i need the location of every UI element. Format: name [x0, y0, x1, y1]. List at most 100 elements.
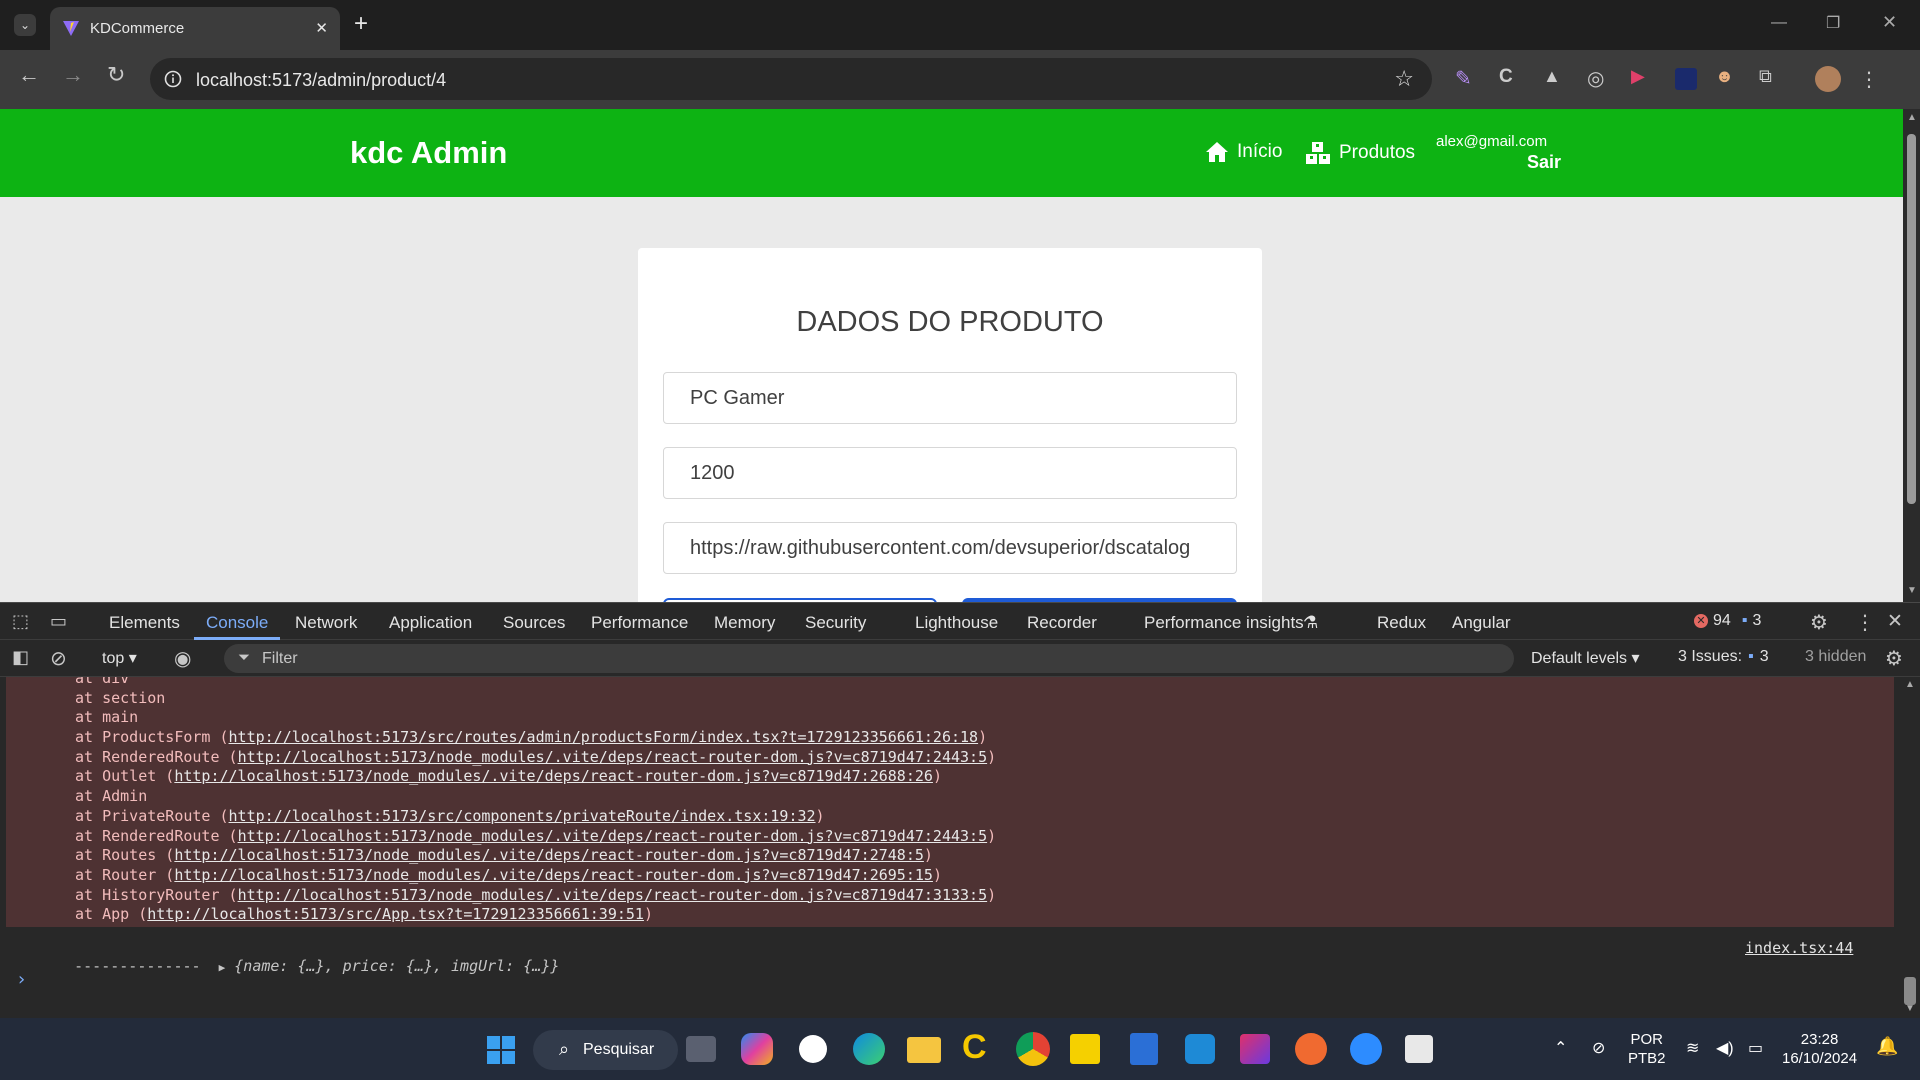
browser-tab[interactable]: KDCommerce ✕	[50, 7, 340, 50]
devtools-tab-network[interactable]: Network	[295, 613, 357, 633]
expand-triangle-icon[interactable]: ▶	[219, 961, 226, 974]
brand-title[interactable]: kdc Admin	[350, 135, 507, 171]
sticky-notes-icon[interactable]	[1070, 1034, 1100, 1064]
devtools-tab-application[interactable]: Application	[389, 613, 472, 633]
site-info-icon[interactable]	[164, 70, 182, 88]
devtools-tab-console[interactable]: Console	[206, 613, 268, 633]
stack-frame-link[interactable]: http://localhost:5173/src/App.tsx?t=1729…	[147, 905, 644, 923]
stack-frame-link[interactable]: http://localhost:5173/node_modules/.vite…	[238, 827, 988, 845]
log-object-preview[interactable]: {name: {…}, price: {…}, imgUrl: {…}}	[234, 957, 559, 975]
nav-link-home[interactable]: Início	[1205, 141, 1282, 163]
live-expression-eye-icon[interactable]: ◉	[174, 646, 191, 671]
console-filter-input[interactable]: ⏷ Filter	[224, 644, 1514, 673]
angular-extension-icon[interactable]: ▲	[1543, 66, 1569, 92]
battery-icon[interactable]: ▭	[1748, 1038, 1763, 1058]
wifi-icon[interactable]: ≋	[1686, 1038, 1699, 1058]
log-source-link[interactable]: index.tsx:44	[1745, 939, 1853, 957]
logout-link[interactable]: Sair	[1527, 152, 1561, 173]
devtools-close-icon[interactable]: ✕	[1887, 610, 1903, 633]
taskbar-search[interactable]: ⌕ Pesquisar	[533, 1030, 678, 1070]
devtools-tab-angular[interactable]: Angular	[1452, 613, 1511, 633]
stack-frame-link[interactable]: http://localhost:5173/src/routes/admin/p…	[229, 728, 979, 746]
inspect-element-icon[interactable]: ⬚	[12, 611, 29, 632]
profile-avatar[interactable]	[1815, 66, 1841, 92]
devtools-tab-elements[interactable]: Elements	[109, 613, 180, 633]
copilot-icon[interactable]	[741, 1033, 773, 1065]
console-scroll-down-icon[interactable]: ▼	[1905, 1003, 1915, 1014]
clear-console-icon[interactable]: ⊘	[50, 646, 67, 671]
console-scrollbar-thumb[interactable]	[1904, 977, 1916, 1005]
tray-overflow-icon[interactable]: ⌃	[1554, 1038, 1567, 1058]
devtools-tab-memory[interactable]: Memory	[714, 613, 775, 633]
devtools-settings-icon[interactable]: ⚙	[1810, 610, 1828, 635]
nav-link-products[interactable]: Produtos	[1305, 141, 1415, 165]
ccleaner-icon[interactable]: C	[962, 1028, 987, 1067]
product-price-input[interactable]: 1200	[663, 447, 1237, 499]
owl-extension-icon[interactable]: ☻	[1715, 66, 1741, 92]
stack-frame-link[interactable]: http://localhost:5173/node_modules/.vite…	[238, 886, 988, 904]
console-scroll-up-icon[interactable]: ▲	[1905, 679, 1915, 690]
input-language[interactable]: POR PTB2	[1628, 1030, 1666, 1068]
volume-icon[interactable]: ◀)	[1716, 1038, 1734, 1058]
c-extension-icon[interactable]: C	[1499, 66, 1525, 92]
start-windows-icon[interactable]	[487, 1036, 515, 1064]
scroll-up-icon[interactable]: ▲	[1907, 112, 1917, 123]
page-scrollbar[interactable]: ▲ ▼	[1903, 109, 1920, 602]
back-icon[interactable]: ←	[18, 64, 40, 86]
target-extension-icon[interactable]: ◎	[1587, 66, 1613, 92]
postman-icon[interactable]	[1295, 1033, 1327, 1065]
page-scrollbar-thumb[interactable]	[1907, 134, 1916, 504]
log-message[interactable]: -------------- ▶ {name: {…}, price: {…},…	[38, 939, 559, 993]
stack-frame-link[interactable]: http://localhost:5173/node_modules/.vite…	[174, 866, 933, 884]
puzzle-extensions-icon[interactable]: ⧉	[1759, 66, 1785, 92]
intellij-icon[interactable]	[1240, 1034, 1270, 1064]
stack-frame-link[interactable]: http://localhost:5173/node_modules/.vite…	[174, 767, 933, 785]
context-selector[interactable]: top ▾	[102, 648, 137, 668]
device-toolbar-icon[interactable]: ▭	[50, 611, 67, 632]
devtools-tab-recorder[interactable]: Recorder	[1027, 613, 1097, 633]
tab-list-chevron-icon[interactable]: ⌄	[14, 14, 36, 36]
product-name-input[interactable]: PC Gamer	[663, 372, 1237, 424]
vscode-icon[interactable]	[1185, 1034, 1215, 1064]
edge-icon[interactable]	[853, 1033, 885, 1065]
devtools-tab-performance[interactable]: Performance	[591, 613, 688, 633]
scroll-down-icon[interactable]: ▼	[1907, 585, 1917, 596]
word-doc-icon[interactable]	[1130, 1033, 1158, 1065]
devtools-tab-lighthouse[interactable]: Lighthouse	[915, 613, 998, 633]
network-off-icon[interactable]: ⊘	[1592, 1038, 1605, 1058]
log-levels-dropdown[interactable]: Default levels ▾	[1531, 648, 1640, 668]
file-explorer-icon[interactable]	[907, 1037, 941, 1063]
redux-extension-icon[interactable]	[1675, 68, 1697, 90]
address-bar[interactable]: localhost:5173/admin/product/4 ☆	[150, 58, 1432, 100]
quill-extension-icon[interactable]: ✎	[1455, 66, 1481, 92]
devtools-menu-icon[interactable]: ⋮	[1855, 610, 1875, 635]
new-tab-button[interactable]: +	[354, 10, 368, 38]
stack-frame-link[interactable]: http://localhost:5173/node_modules/.vite…	[238, 748, 988, 766]
notification-bell-icon[interactable]: 🔔	[1876, 1036, 1898, 1057]
devtools-tab-security[interactable]: Security	[805, 613, 866, 633]
forward-icon[interactable]: →	[62, 64, 84, 86]
minimize-icon[interactable]: —	[1771, 14, 1787, 32]
stack-frame-link[interactable]: http://localhost:5173/src/components/pri…	[229, 807, 816, 825]
window-close-icon[interactable]: ✕	[1882, 12, 1897, 33]
restore-icon[interactable]: ❐	[1826, 13, 1840, 33]
tab-close-icon[interactable]: ✕	[315, 19, 328, 37]
clock[interactable]: 23:28 16/10/2024	[1782, 1030, 1857, 1068]
devtools-tab-sources[interactable]: Sources	[503, 613, 565, 633]
chrome-menu-icon[interactable]: ⋮	[1859, 67, 1879, 92]
app-circle-icon[interactable]	[799, 1035, 827, 1063]
devtools-tab-redux[interactable]: Redux	[1377, 613, 1426, 633]
console-prompt[interactable]: ›	[16, 969, 27, 990]
stack-frame-link[interactable]: http://localhost:5173/node_modules/.vite…	[174, 846, 924, 864]
zoom-icon[interactable]	[1350, 1033, 1382, 1065]
bookmark-star-icon[interactable]: ☆	[1394, 66, 1414, 92]
task-view-icon[interactable]	[686, 1036, 716, 1062]
devtools-tab-performance-insights[interactable]: Performance insights	[1144, 613, 1304, 633]
console-settings-icon[interactable]: ⚙	[1885, 646, 1903, 671]
product-img-url-input[interactable]: https://raw.githubusercontent.com/devsup…	[663, 522, 1237, 574]
chrome-icon[interactable]	[1016, 1032, 1050, 1066]
record-extension-icon[interactable]: ▶	[1631, 66, 1657, 92]
sidebar-toggle-icon[interactable]: ◧	[12, 647, 29, 668]
error-counter[interactable]: ✕ 94 ▪ 3	[1694, 612, 1761, 630]
reload-icon[interactable]: ↻	[107, 64, 125, 86]
